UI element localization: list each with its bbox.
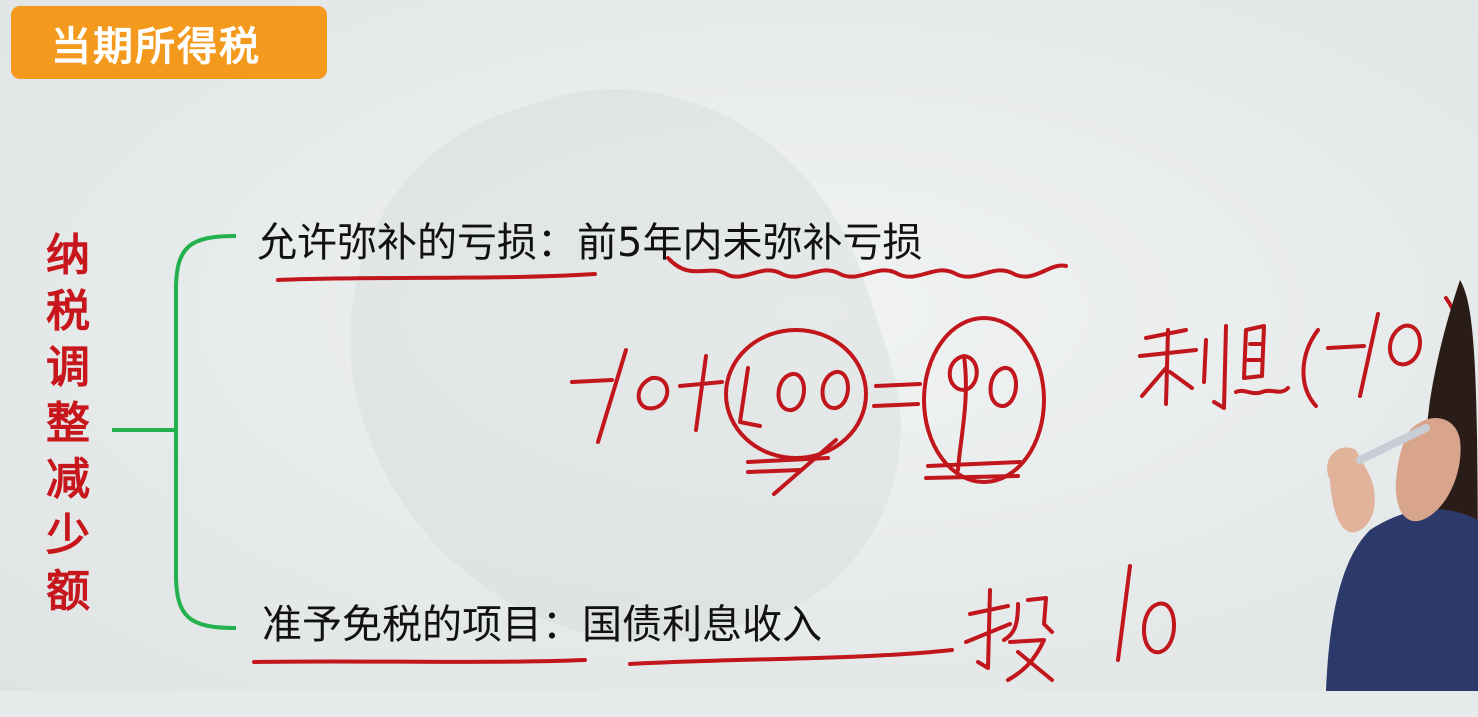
green-brace-icon bbox=[112, 234, 237, 630]
branch-exempt-label: 准予免税的项目 bbox=[262, 602, 542, 648]
branch-loss-detail: 前5年内未弥补亏损 bbox=[577, 220, 923, 266]
presenter-figure bbox=[1326, 280, 1478, 691]
branch-tax-exempt: 准予免税的项目：国债利息收入 bbox=[262, 592, 822, 650]
branch-exempt-separator: ： bbox=[542, 602, 582, 648]
branch-loss-carryforward: 允许弥补的亏损：前5年内未弥补亏损 bbox=[257, 210, 922, 268]
branch-exempt-detail: 国债利息收入 bbox=[582, 602, 822, 648]
branch-loss-separator: ： bbox=[537, 220, 577, 266]
branch-loss-label: 允许弥补的亏损 bbox=[257, 220, 537, 266]
